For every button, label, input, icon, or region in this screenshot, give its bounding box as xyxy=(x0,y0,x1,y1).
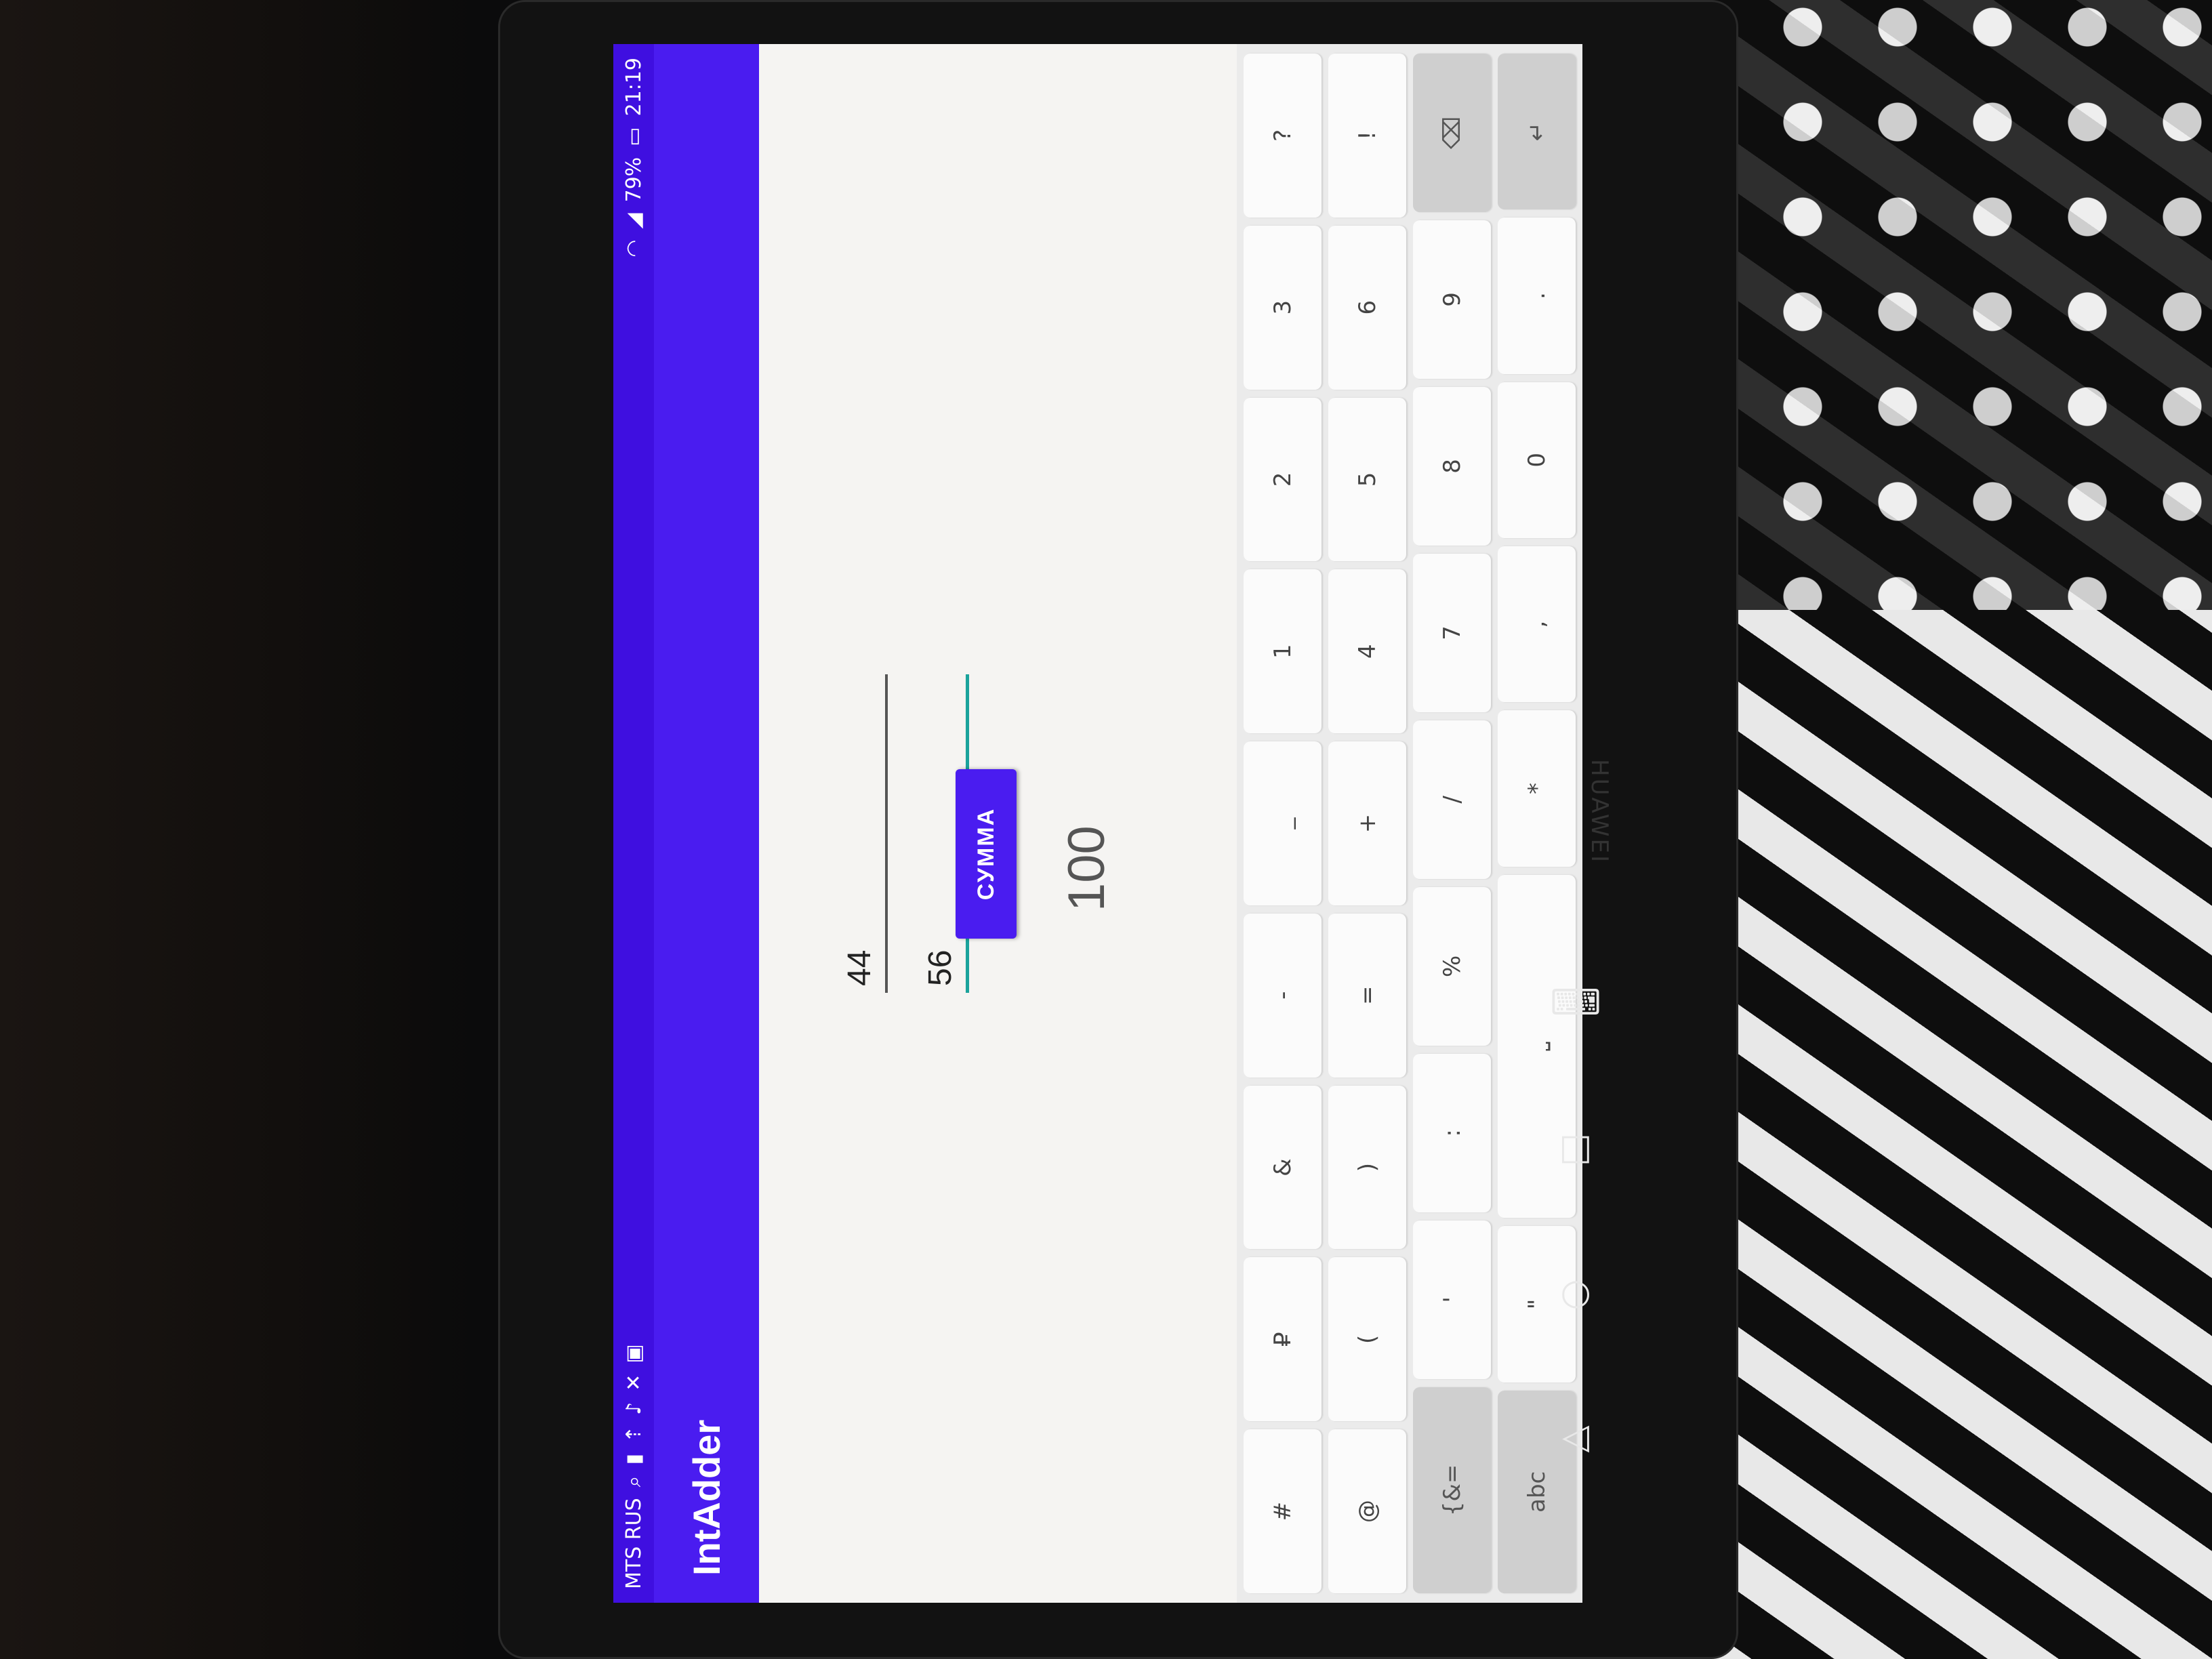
key-minus[interactable]: - xyxy=(1244,913,1322,1078)
key-enter[interactable]: ↵ xyxy=(1498,54,1576,210)
app-bar: IntAdder xyxy=(654,44,759,1603)
carrier-label: MTS RUS xyxy=(621,1498,646,1589)
notification-icon: ▮ xyxy=(621,1454,646,1465)
key-paren-open[interactable]: ( xyxy=(1328,1257,1406,1422)
key-equals[interactable]: = xyxy=(1328,913,1406,1078)
key-question[interactable]: ? xyxy=(1244,53,1322,218)
key-paren-close[interactable]: ) xyxy=(1328,1085,1406,1250)
key-6[interactable]: 6 xyxy=(1328,225,1406,390)
app-title: IntAdder xyxy=(685,1419,728,1576)
key-slash[interactable]: / xyxy=(1413,720,1491,879)
key-backspace[interactable]: ⌫ xyxy=(1413,53,1491,212)
home-icon[interactable]: ○ xyxy=(1560,1272,1591,1313)
clock: 21:19 xyxy=(621,58,646,117)
key-0[interactable]: 0 xyxy=(1498,382,1576,538)
upload-icon: ⇡ xyxy=(621,1425,646,1443)
status-bar: MTS RUS ⌕ ▮ ⇡ ♪ ✕ ▣ ◠ ◢ 79% ▭ 21:19 xyxy=(613,44,654,1603)
key-asterisk[interactable]: * xyxy=(1498,710,1576,867)
battery-percent: 79% xyxy=(621,157,646,203)
key-apostrophe[interactable]: ' xyxy=(1413,1220,1491,1379)
signal-icon: ◢ xyxy=(621,213,646,229)
keyboard-row-1: # ₽ & - _ 1 2 3 ? xyxy=(1244,53,1322,1593)
key-comma[interactable]: , xyxy=(1498,546,1576,703)
key-exclamation[interactable]: ! xyxy=(1328,53,1406,218)
soft-keyboard: # ₽ & - _ 1 2 3 ? @ ( ) = + 4 5 6 ! {&= … xyxy=(1237,44,1582,1603)
keyboard-row-3: {&= ' : % / 7 8 9 ⌫ xyxy=(1413,53,1491,1593)
vk-icon: ✕ xyxy=(621,1374,646,1391)
backspace-icon: ⌫ xyxy=(1438,116,1466,149)
app-icon: ▣ xyxy=(621,1344,646,1364)
key-8[interactable]: 8 xyxy=(1413,386,1491,546)
key-symbols[interactable]: {&= xyxy=(1413,1387,1491,1593)
result-text: 100 xyxy=(1058,825,1115,912)
key-percent[interactable]: % xyxy=(1413,886,1491,1046)
background-fabric-dots xyxy=(1681,0,2212,610)
key-plus[interactable]: + xyxy=(1328,741,1406,905)
key-at[interactable]: @ xyxy=(1328,1429,1406,1593)
battery-icon: ▭ xyxy=(621,127,646,146)
tablet-screen: MTS RUS ⌕ ▮ ⇡ ♪ ✕ ▣ ◠ ◢ 79% ▭ 21:19 IntA… xyxy=(613,44,1582,1603)
wifi-icon: ◠ xyxy=(621,239,646,258)
recents-icon[interactable]: □ xyxy=(1559,1127,1592,1168)
tiktok-icon: ♪ xyxy=(621,1401,646,1415)
device-brand: HUAWEI xyxy=(1586,759,1613,864)
key-hash[interactable]: # xyxy=(1244,1429,1322,1593)
navigation-bar: ⌨ □ ○ ◁ xyxy=(1545,983,1606,1457)
key-dot[interactable]: . xyxy=(1498,218,1576,374)
keyboard-row-2: @ ( ) = + 4 5 6 ! xyxy=(1328,53,1406,1593)
key-5[interactable]: 5 xyxy=(1328,397,1406,562)
back-icon[interactable]: ◁ xyxy=(1562,1416,1589,1457)
key-9[interactable]: 9 xyxy=(1413,220,1491,379)
key-3[interactable]: 3 xyxy=(1244,225,1322,390)
sum-button[interactable]: СУММА xyxy=(956,769,1017,939)
key-ruble[interactable]: ₽ xyxy=(1244,1257,1322,1422)
first-number-input[interactable]: 44 xyxy=(820,674,888,993)
key-underscore[interactable]: _ xyxy=(1244,741,1322,905)
keyboard-switch-icon[interactable]: ⌨ xyxy=(1550,983,1601,1023)
key-colon[interactable]: : xyxy=(1413,1053,1491,1212)
enter-icon: ↵ xyxy=(1523,121,1551,142)
key-1[interactable]: 1 xyxy=(1244,569,1322,734)
key-4[interactable]: 4 xyxy=(1328,569,1406,734)
key-7[interactable]: 7 xyxy=(1413,553,1491,712)
key-2[interactable]: 2 xyxy=(1244,397,1322,562)
background-table xyxy=(0,0,474,1659)
key-ampersand[interactable]: & xyxy=(1244,1085,1322,1250)
search-icon: ⌕ xyxy=(621,1475,646,1488)
